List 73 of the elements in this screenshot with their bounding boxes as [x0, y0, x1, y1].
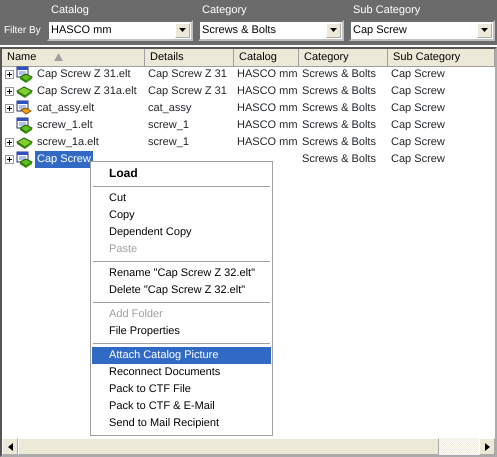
expand-icon[interactable] — [5, 70, 14, 79]
column-header[interactable]: Catalog — [234, 49, 299, 66]
menu-item[interactable]: Delete "Cap Screw Z 32.elt" — [92, 282, 271, 299]
table-cell: Screws & Bolts — [302, 119, 376, 132]
expand-icon[interactable] — [5, 87, 14, 96]
scrollbar-thumb[interactable] — [18, 438, 439, 455]
scroll-left-button[interactable] — [2, 438, 18, 455]
table-cell: Screws & Bolts — [302, 85, 376, 98]
table-cell: Cap Screw — [391, 153, 445, 166]
file-name[interactable]: Cap Screw — [35, 151, 93, 168]
dropdown-field[interactable]: Cap Screw — [349, 20, 495, 40]
dropdown-field[interactable]: Screws & Bolts — [198, 20, 344, 40]
table-cell: Cap Screw — [391, 102, 445, 114]
down-arrow-icon — [330, 28, 337, 32]
expand-icon[interactable] — [5, 104, 14, 113]
table-cell: Screws & Bolts — [302, 68, 376, 80]
field-caption: Category — [201, 3, 248, 18]
assembly-icon — [16, 100, 33, 117]
menu-item[interactable]: Copy — [92, 207, 271, 224]
column-header[interactable]: Name — [2, 49, 145, 66]
table-cell: Cap Screw — [391, 85, 445, 98]
table-cell: cat_assy — [148, 102, 192, 114]
expand-icon[interactable] — [5, 138, 14, 147]
table-cell: HASCO mm — [237, 119, 298, 132]
menu-item[interactable]: Rename "Cap Screw Z 32.elt" — [92, 265, 271, 282]
table-cell: HASCO mm — [237, 85, 298, 98]
sort-arrow-icon — [54, 53, 64, 62]
field-caption: Catalog — [50, 3, 90, 18]
dropdown-arrow-button[interactable] — [477, 22, 492, 38]
dropdown-arrow-button[interactable] — [326, 22, 341, 38]
table-cell: Screws & Bolts — [302, 153, 376, 166]
file-name[interactable]: Cap Screw Z 31a.elt — [35, 83, 139, 100]
table-cell: Cap Screw — [391, 136, 445, 148]
left-arrow-icon — [8, 442, 12, 450]
down-arrow-icon — [179, 28, 186, 32]
menu-item[interactable]: Pack to CTF & E-Mail — [92, 398, 271, 415]
menu-item[interactable]: Pack to CTF File — [92, 381, 271, 398]
column-header[interactable]: Details — [145, 49, 234, 66]
column-header[interactable]: Category — [299, 49, 388, 66]
column-header[interactable]: Sub Category — [388, 49, 495, 66]
table-cell: HASCO mm — [237, 102, 298, 114]
document-part-icon — [16, 117, 33, 134]
table-cell: Cap Screw — [391, 119, 445, 132]
table-cell: screw_1 — [148, 119, 189, 132]
menu-item[interactable]: Send to Mail Recipient — [92, 415, 271, 432]
table-cell: HASCO mm — [237, 68, 298, 80]
table-cell: Screws & Bolts — [302, 102, 376, 114]
document-part-icon — [16, 151, 33, 168]
menu-item[interactable]: Cut — [92, 190, 271, 207]
menu-item[interactable]: Reconnect Documents — [92, 364, 271, 381]
file-name[interactable]: cat_assy.elt — [35, 100, 96, 117]
table-cell: HASCO mm — [237, 136, 298, 148]
field-caption: Sub Category — [352, 3, 422, 18]
dropdown-arrow-button[interactable] — [175, 22, 190, 38]
menu-item[interactable]: Load — [92, 164, 271, 183]
file-name[interactable]: screw_1.elt — [35, 117, 95, 134]
dropdown-field[interactable]: HASCO mm — [47, 20, 193, 40]
menu-item[interactable]: Attach Catalog Picture — [92, 347, 271, 364]
table-cell: Cap Screw — [391, 68, 445, 80]
expand-icon[interactable] — [5, 155, 14, 164]
down-arrow-icon — [481, 28, 488, 32]
file-name[interactable]: Cap Screw Z 31.elt — [35, 66, 133, 83]
table-cell: screw_1 — [148, 136, 189, 148]
menu-item[interactable]: Dependent Copy — [92, 224, 271, 241]
filter-label: Filter By — [4, 24, 42, 38]
menu-item[interactable]: File Properties — [92, 323, 271, 340]
right-arrow-icon — [484, 442, 490, 450]
table-cell: Screws & Bolts — [302, 136, 376, 148]
table-cell: Cap Screw Z 31 — [148, 68, 227, 80]
table-cell: Cap Screw Z 31 — [148, 85, 227, 98]
scroll-right-button[interactable] — [479, 438, 495, 455]
document-part-icon — [16, 66, 33, 83]
file-name[interactable]: screw_1a.elt — [35, 134, 101, 151]
